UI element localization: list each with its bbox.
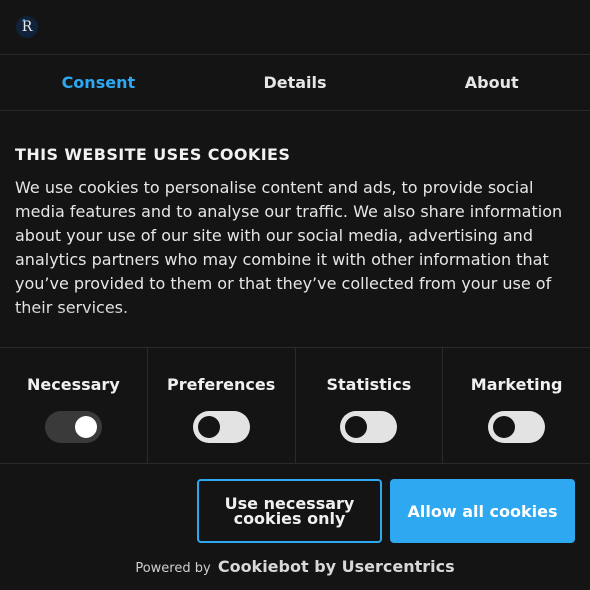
use-necessary-only-button[interactable]: Use necessary cookies only [197,479,382,543]
dialog-header: R [0,0,590,55]
toggle-label-necessary: Necessary [27,375,120,394]
toggle-label-marketing: Marketing [470,375,563,394]
logo-dot [23,19,25,21]
switch-knob [74,416,97,438]
switch-knob [345,416,368,438]
marketing-switch[interactable] [488,411,546,443]
toggle-label-statistics: Statistics [326,375,412,394]
preferences-switch[interactable] [192,411,250,443]
logo-letter: R [21,19,33,35]
necessary-switch[interactable] [44,411,102,443]
toggle-label-preferences: Preferences [166,375,276,394]
content-body: We use cookies to personalise content an… [15,178,563,317]
site-logo: R [16,16,38,38]
action-buttons: Use necessary cookies only Allow all coo… [0,464,590,543]
tab-bar: Consent Details About [0,55,590,111]
cookiebot-brand-link[interactable]: Cookiebot by Usercentrics [218,557,455,576]
toggle-statistics: Statistics [296,348,444,463]
toggle-preferences: Preferences [148,348,296,463]
switch-knob [197,416,220,438]
allow-all-button[interactable]: Allow all cookies [390,479,575,543]
consent-toggles: Necessary Preferences Statistics Marketi… [0,347,590,464]
powered-by-footer: Powered by Cookiebot by Usercentrics [0,557,590,576]
content-heading: THIS WEBSITE USES COOKIES [15,145,291,164]
powered-by-text: Powered by [135,561,211,576]
toggle-marketing: Marketing [443,348,590,463]
toggle-necessary: Necessary [0,348,148,463]
tab-about[interactable]: About [393,55,590,110]
tab-details[interactable]: Details [197,55,394,110]
tab-consent[interactable]: Consent [0,55,197,110]
cookie-consent-dialog: R Consent Details About THIS WEBSITE USE… [0,0,590,590]
consent-content[interactable]: THIS WEBSITE USES COOKIES We use cookies… [0,111,590,347]
content-fade [0,307,590,347]
statistics-switch[interactable] [340,411,398,443]
switch-knob [493,416,516,438]
